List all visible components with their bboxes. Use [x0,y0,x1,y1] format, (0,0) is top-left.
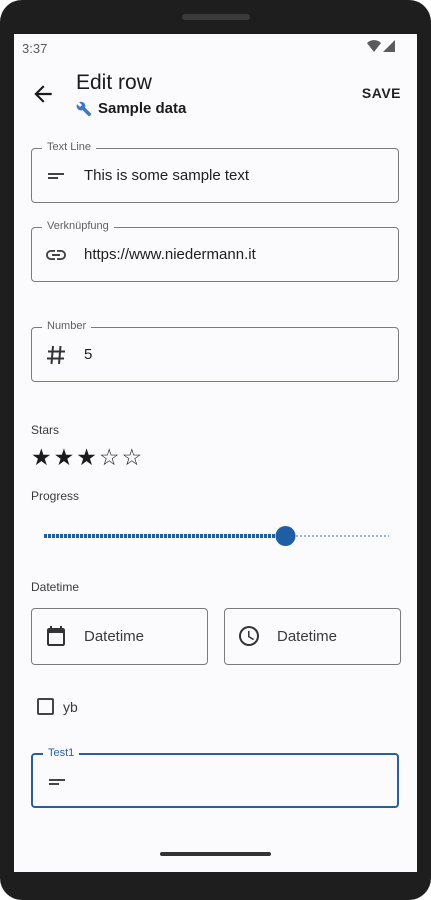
star-filled-icon[interactable]: ★ [54,445,75,469]
text-lines-icon [48,173,64,179]
time-picker-button[interactable]: Datetime [224,608,401,665]
subtitle-label: Sample data [98,100,187,117]
save-button[interactable]: SAVE [362,85,401,101]
field-value: 5 [84,346,93,363]
wrench-icon [76,101,92,116]
home-indicator[interactable] [160,852,271,856]
wifi-icon [367,40,381,52]
speaker-grille [182,14,250,20]
link-field[interactable]: Verknüpfung https://www.niedermann.it [31,220,399,282]
test1-field[interactable]: Test1 [31,747,399,808]
back-arrow-icon[interactable] [30,81,56,107]
star-outline-icon[interactable]: ☆ [122,445,143,469]
stars-label: Stars [31,423,60,437]
datetime-label: Datetime [31,580,80,594]
link-icon [46,250,66,260]
field-label: Verknüpfung [42,220,114,232]
text-lines-icon [49,779,65,785]
time-placeholder: Datetime [277,628,338,645]
star-rating[interactable]: ★ ★ ★ ☆ ☆ [31,445,142,469]
signal-icon [383,40,395,52]
screen: 3:37 Edit row Sample data SAVE Text Line [14,34,417,872]
date-placeholder: Datetime [84,628,145,645]
field-label: Text Line [42,141,97,153]
status-bar: 3:37 [14,34,417,62]
field-value: https://www.niedermann.it [84,246,256,263]
date-picker-button[interactable]: Datetime [31,608,208,665]
text-line-field[interactable]: Text Line This is some sample text [31,141,399,203]
calendar-icon [47,626,65,646]
star-filled-icon[interactable]: ★ [31,445,52,469]
hash-icon [47,345,65,365]
star-outline-icon[interactable]: ☆ [99,445,120,469]
number-field[interactable]: Number 5 [31,320,399,382]
app-bar: Edit row Sample data SAVE [14,62,417,130]
checkbox-label: yb [63,699,78,715]
yb-checkbox[interactable] [37,698,54,715]
star-filled-icon[interactable]: ★ [76,445,97,469]
page-subtitle: Sample data [76,100,186,117]
field-label: Test1 [43,747,80,759]
field-value: This is some sample text [84,167,250,184]
status-time: 3:37 [22,41,48,56]
status-icons [367,40,395,52]
device-frame: 3:37 Edit row Sample data SAVE Text Line [0,0,431,900]
progress-slider[interactable] [44,523,389,549]
progress-label: Progress [31,489,80,503]
clock-icon [239,626,259,646]
slider-thumb[interactable] [275,526,296,546]
page-title: Edit row [76,71,152,94]
field-label: Number [42,320,92,332]
